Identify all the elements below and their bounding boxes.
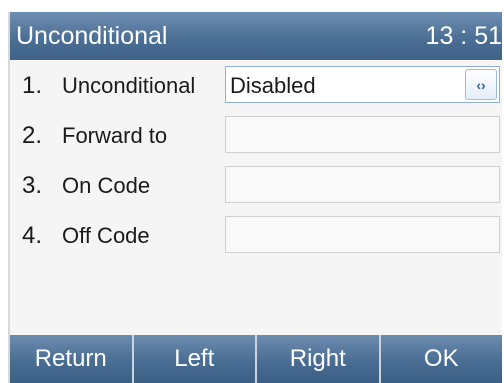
left-softkey[interactable]: Left: [134, 335, 257, 383]
right-softkey[interactable]: Right: [257, 335, 381, 383]
left-right-arrows-icon[interactable]: ‹›: [465, 69, 497, 100]
clock: 13 : 51: [425, 22, 502, 50]
on-code-input[interactable]: [225, 166, 500, 203]
row-label: On Code: [62, 173, 151, 198]
unconditional-select[interactable]: Disabled ‹›: [225, 66, 500, 103]
setting-row-on-code[interactable]: 3. On Code: [10, 160, 502, 210]
page-title: Unconditional: [16, 22, 168, 50]
setting-row-forward-to[interactable]: 2. Forward to: [10, 110, 502, 160]
forward-to-input[interactable]: [225, 116, 500, 153]
softkey-bar: Return Left Right OK: [10, 335, 502, 383]
off-code-input[interactable]: [225, 216, 500, 253]
setting-row-unconditional[interactable]: 1. Unconditional Disabled ‹›: [10, 60, 502, 110]
row-label: Off Code: [62, 223, 150, 248]
row-number: 1.: [22, 72, 43, 99]
row-number: 3.: [22, 172, 43, 199]
row-number: 2.: [22, 122, 43, 149]
title-bar: Unconditional 13 : 51: [10, 12, 502, 60]
row-label: Unconditional: [62, 73, 196, 98]
row-label: Forward to: [62, 123, 168, 148]
setting-row-off-code[interactable]: 4. Off Code: [10, 210, 502, 260]
row-number: 4.: [22, 222, 43, 249]
select-value: Disabled: [230, 73, 316, 98]
settings-list: 1. Unconditional Disabled ‹› 2. Forward …: [10, 60, 502, 260]
phone-screen: Unconditional 13 : 51 1. Unconditional D…: [8, 12, 502, 383]
ok-softkey[interactable]: OK: [381, 335, 503, 383]
return-softkey[interactable]: Return: [10, 335, 134, 383]
